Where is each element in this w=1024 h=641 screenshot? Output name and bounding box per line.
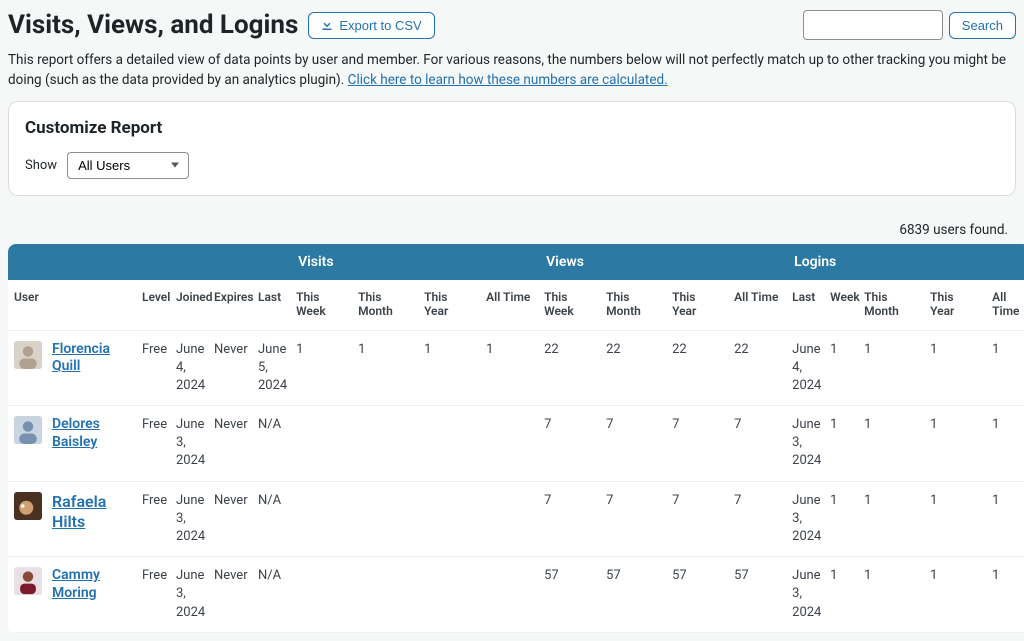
user-link[interactable]: Delores Baisley [52,416,130,451]
download-icon [321,18,333,33]
page-header: Visits, Views, and Logins Export to CSV … [8,8,1016,48]
table-row: Cammy MoringFreeJune 3, 2024NeverN/A5757… [8,557,1024,633]
page-title: Visits, Views, and Logins [8,10,298,40]
show-select[interactable]: All Users [67,152,189,179]
avatar [14,567,42,595]
avatar [14,416,42,444]
user-link[interactable]: Cammy Moring [52,567,130,602]
user-count: 6839 users found. [8,216,1016,244]
avatar [14,341,42,369]
report-table: Visits Views Logins User Level Joined Ex… [8,244,1024,633]
table-row: Florencia QuillFreeJune 4, 2024NeverJune… [8,330,1024,406]
customize-panel: Customize Report Show All Users [8,101,1016,196]
user-link[interactable]: Rafaela Hilts [52,492,130,532]
export-csv-label: Export to CSV [339,18,421,33]
user-link[interactable]: Florencia Quill [52,341,130,376]
customize-heading: Customize Report [25,118,999,138]
search-button[interactable]: Search [949,12,1016,39]
table-row: Rafaela HiltsFreeJune 3, 2024NeverN/A777… [8,481,1024,557]
table-row: Delores BaisleyFreeJune 3, 2024NeverN/A7… [8,406,1024,482]
search-input[interactable] [803,10,943,40]
report-description: This report offers a detailed view of da… [8,48,1016,101]
group-header-row: Visits Views Logins [8,244,1024,280]
show-label: Show [25,158,57,173]
column-header-row: User Level Joined Expires Last This Week… [8,280,1024,331]
calc-info-link[interactable]: Click here to learn how these numbers ar… [348,72,668,88]
avatar [14,492,42,520]
export-csv-button[interactable]: Export to CSV [308,12,434,39]
